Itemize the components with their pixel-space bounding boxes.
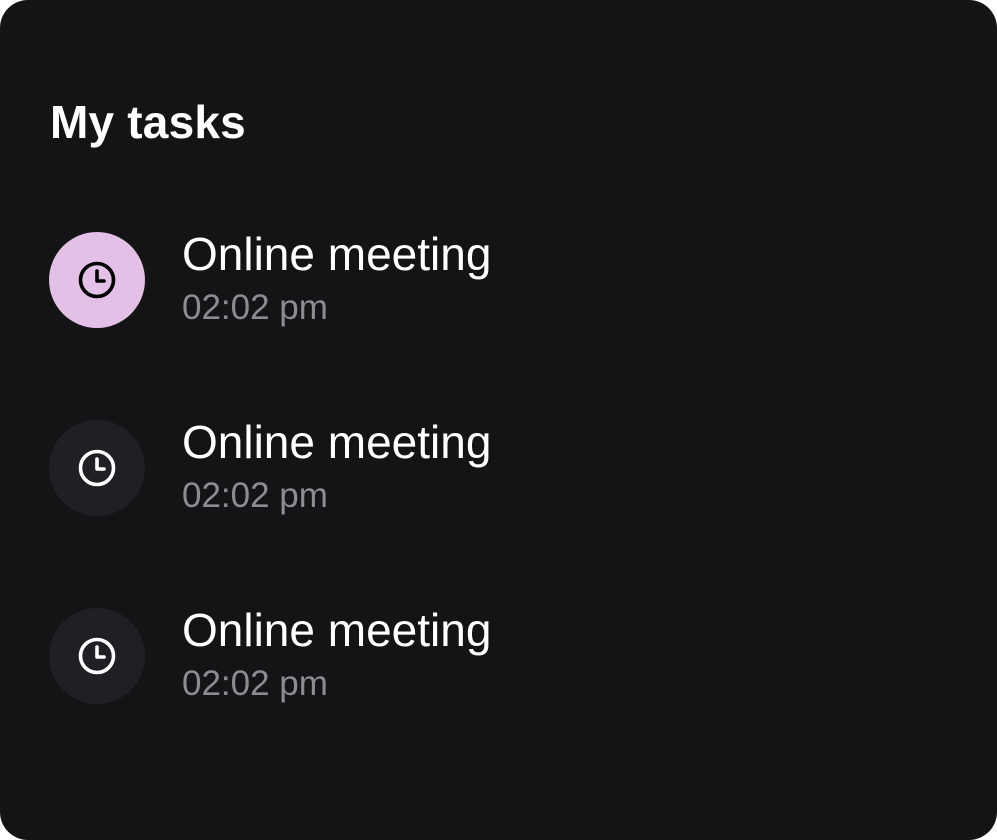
task-item[interactable]: Online meeting 02:02 pm [49,604,849,704]
task-icon-badge [49,608,145,704]
task-item[interactable]: Online meeting 02:02 pm [49,416,849,516]
task-icon-badge [49,420,145,516]
clock-icon [78,637,116,675]
task-time: 02:02 pm [182,288,328,327]
task-time: 02:02 pm [182,476,328,515]
card-title: My tasks [50,96,246,148]
task-list: Online meeting 02:02 pm Online meeting 0… [49,228,849,704]
task-title: Online meeting [182,228,492,280]
tasks-card: My tasks Online meeting 02:02 pm Online … [0,0,997,840]
clock-icon [78,261,116,299]
task-title: Online meeting [182,416,492,468]
task-time: 02:02 pm [182,664,328,703]
task-title: Online meeting [182,604,492,656]
task-item[interactable]: Online meeting 02:02 pm [49,228,849,328]
task-icon-badge [49,232,145,328]
clock-icon [78,449,116,487]
